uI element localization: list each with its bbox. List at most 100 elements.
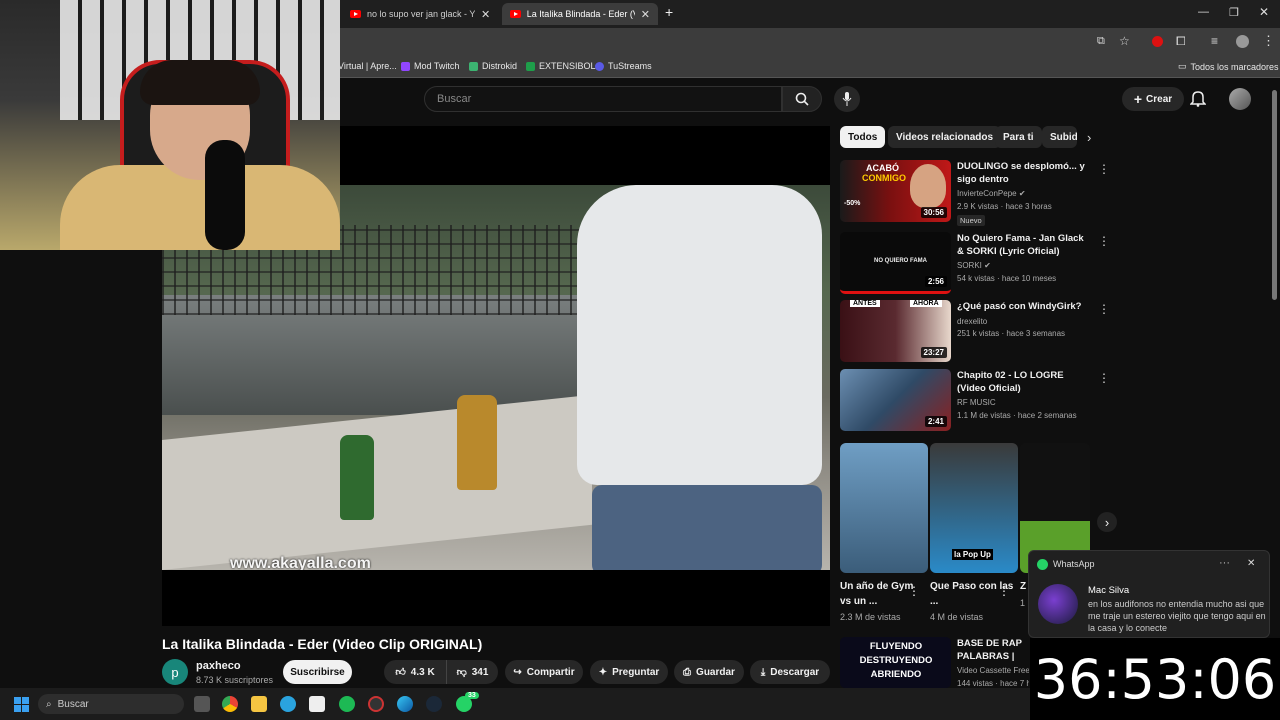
recommendation-title: BASE DE RAP PALABRAS | BEA [957, 638, 1022, 662]
short-thumbnail[interactable]: la Pop Up [930, 443, 1018, 573]
save-button[interactable]: ⎙ Guardar [674, 660, 744, 684]
channel-avatar[interactable]: p [162, 659, 188, 685]
recommendation-channel: drexelito [957, 317, 988, 326]
steam-icon[interactable] [426, 696, 442, 712]
microphone-icon [842, 92, 852, 106]
bookmark-item[interactable]: Mod Twitch [401, 61, 459, 71]
close-window-button[interactable]: ✕ [1259, 5, 1269, 19]
stream-timer: 36:53:06 [1030, 638, 1280, 720]
whatsapp-notification[interactable]: WhatsApp ··· ✕ Mac Silva en los audifono… [1028, 550, 1270, 638]
recommendation-meta: 1.1 M de vistas · hace 2 semanas [957, 411, 1077, 420]
more-options-icon[interactable]: ⋮ [1098, 234, 1110, 248]
spotify-icon[interactable] [339, 696, 355, 712]
more-options-icon[interactable]: ⋮ [998, 584, 1010, 598]
windows-start-icon[interactable] [14, 697, 29, 712]
notification-sender: Mac Silva [1088, 585, 1130, 596]
more-options-icon[interactable]: ⋮ [908, 584, 920, 598]
chip-uploaded[interactable]: Subid [1042, 126, 1077, 148]
bookmark-item[interactable]: Virtual | Apre... [338, 61, 397, 71]
chevron-right-icon[interactable]: › [1097, 512, 1117, 532]
search-input[interactable]: Buscar [424, 86, 782, 112]
close-tab-icon[interactable]: ✕ [641, 8, 650, 21]
bookmark-item[interactable]: Distrokid [469, 61, 517, 71]
extension-icon[interactable] [1152, 36, 1163, 47]
download-label: Descargar [770, 666, 820, 678]
bookmark-icon: ⎙ [683, 666, 692, 678]
chip-all[interactable]: Todos [840, 126, 886, 148]
voice-search-button[interactable] [834, 86, 860, 112]
capcut-icon[interactable] [309, 696, 325, 712]
search-icon: ⌕ [46, 698, 52, 710]
chip-for-you[interactable]: Para ti [995, 126, 1042, 148]
channel-label: InvierteConPepe [957, 189, 1017, 198]
distrokid-icon [469, 61, 478, 71]
subscribe-button[interactable]: Suscribirse [283, 660, 352, 684]
notification-more-icon[interactable]: ··· [1219, 557, 1230, 569]
ask-button[interactable]: ✦ Preguntar [590, 660, 668, 684]
short-views: 2.3 M de vistas [840, 612, 901, 622]
new-badge: Nuevo [957, 215, 985, 226]
webcam-overlay [0, 0, 340, 250]
task-view-icon[interactable] [194, 696, 210, 712]
short-label: la Pop Up [952, 549, 993, 560]
chrome-icon[interactable] [222, 696, 238, 712]
short-title[interactable]: Z [1020, 579, 1028, 594]
scrollbar[interactable] [1272, 90, 1277, 300]
video-thumbnail: NO QUIERO FAMA 2:56 [840, 232, 951, 294]
chevron-right-icon[interactable]: › [1087, 130, 1091, 145]
bookmark-item[interactable]: TuStreams [595, 61, 652, 71]
channel-label: SORKI [957, 261, 982, 270]
account-avatar[interactable] [1229, 88, 1251, 110]
create-button[interactable]: + Crear [1122, 87, 1184, 111]
recommendation-meta: 144 vistas · hace 7 h [957, 679, 1029, 688]
bookmark-label: TuStreams [608, 61, 652, 71]
media-control-icon[interactable]: ≡ [1211, 34, 1218, 48]
short-views: 4 M de vistas [930, 612, 984, 622]
all-bookmarks[interactable]: ▭ Todos los marcadores [1178, 61, 1279, 72]
more-options-icon[interactable]: ⋮ [1098, 371, 1110, 385]
like-button[interactable]: 👍︎ 4.3 K [384, 660, 446, 684]
taskbar-search[interactable]: ⌕ Buscar [38, 694, 184, 714]
channel-name[interactable]: paxheco [196, 660, 241, 672]
video-duration: 23:27 [920, 347, 947, 358]
thumbnail-text: NO QUIERO FAMA [874, 258, 928, 264]
obs-icon[interactable] [368, 696, 384, 712]
telegram-icon[interactable] [280, 696, 296, 712]
video-scene-bottle [340, 435, 374, 520]
more-options-icon[interactable]: ⋮ [1098, 162, 1110, 176]
whatsapp-icon [1037, 559, 1048, 570]
search-button[interactable] [782, 86, 822, 112]
recommendation-item[interactable]: NO QUIERO FAMA 2:56 No Quiero Fama - Jan… [840, 232, 1110, 294]
browser-menu-icon[interactable]: ⋮ [1262, 33, 1275, 49]
recommendation-item[interactable]: 2:41 Chapito 02 - LO LOGRE (Video Oficia… [840, 369, 1110, 431]
notification-close-icon[interactable]: ✕ [1247, 558, 1255, 569]
maximize-button[interactable]: ❐ [1229, 6, 1239, 19]
close-tab-icon[interactable]: ✕ [481, 8, 490, 21]
notifications-button[interactable] [1189, 89, 1207, 112]
chip-related[interactable]: Videos relacionados [888, 126, 1002, 148]
save-label: Guardar [696, 666, 735, 678]
new-tab-button[interactable]: + [665, 4, 673, 20]
dislike-button[interactable]: 👎︎ 341 [446, 660, 498, 684]
video-thumbnail: ANTES AHORA 23:27 [840, 300, 951, 362]
edge-icon[interactable] [397, 696, 413, 712]
video-scene-jeans [592, 485, 822, 570]
recommendation-item[interactable]: ANTES AHORA 23:27 ¿Qué pasó con WindyGir… [840, 300, 1110, 362]
puzzle-extensions-icon[interactable]: ⧠ [1176, 34, 1186, 49]
share-button[interactable]: ↪ Compartir [505, 660, 583, 684]
tab-2[interactable]: La Italika Blindada - Eder (Video ✕ [502, 3, 658, 25]
video-thumbnail[interactable]: FLUYENDO DESTRUYENDO ABRIENDO [840, 637, 951, 688]
video-scene-bottle [457, 395, 497, 490]
minimize-button[interactable]: — [1198, 6, 1209, 18]
bookmark-star-icon[interactable]: ☆ [1119, 34, 1130, 48]
profile-icon[interactable] [1236, 35, 1249, 48]
video-duration: 30:56 [920, 207, 947, 218]
more-options-icon[interactable]: ⋮ [1098, 302, 1110, 316]
file-explorer-icon[interactable] [251, 696, 267, 712]
bookmark-item[interactable]: EXTENSIBOL [526, 61, 596, 71]
download-button[interactable]: ⤓ Descargar [750, 660, 830, 684]
short-thumbnail[interactable] [840, 443, 928, 573]
tab-1[interactable]: no lo supo ver jan glack - YouTube ✕ [342, 3, 500, 25]
cast-icon[interactable]: ⧉ [1097, 35, 1105, 48]
recommendation-item[interactable]: ACABÓ CONMIGO -50% 30:56 DUOLINGO se des… [840, 160, 1110, 226]
